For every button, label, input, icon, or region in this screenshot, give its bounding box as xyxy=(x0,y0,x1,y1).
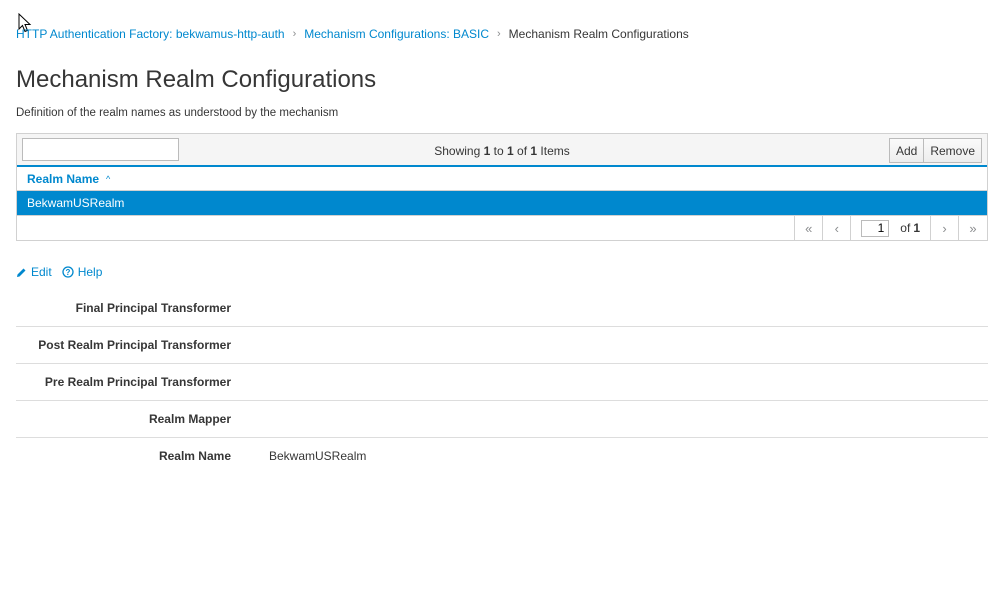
last-page-icon[interactable]: » xyxy=(959,215,987,241)
page-title: Mechanism Realm Configurations xyxy=(16,66,377,93)
detail-row-realm-name: Realm Name BekwamUSRealm xyxy=(16,438,988,474)
showing-to-word: to xyxy=(493,144,504,158)
column-header-realm-name[interactable]: Realm Name ^ xyxy=(17,167,987,191)
showing-suffix: Items xyxy=(540,144,570,158)
showing-from: 1 xyxy=(483,144,491,158)
previous-page-icon[interactable]: ‹ xyxy=(823,215,852,241)
chevron-right-icon: › xyxy=(292,28,297,40)
page-total: of 1 xyxy=(900,221,920,235)
page-number-input[interactable] xyxy=(861,219,890,237)
column-header-label: Realm Name xyxy=(27,171,100,186)
page-description: Definition of the realm names as underst… xyxy=(16,107,339,119)
page-of-word: of xyxy=(900,221,911,235)
detail-label: Realm Mapper xyxy=(148,412,231,426)
showing-total: 1 xyxy=(530,144,538,158)
detail-row-post-realm-principal-transformer: Post Realm Principal Transformer xyxy=(16,327,988,364)
items-count: Showing 1 to 1 of 1 Items xyxy=(17,144,987,158)
detail-label: Final Principal Transformer xyxy=(75,301,231,315)
add-button[interactable]: Add xyxy=(888,138,925,163)
svg-text:?: ? xyxy=(65,268,70,277)
remove-button[interactable]: Remove xyxy=(924,138,982,163)
next-page-icon[interactable]: › xyxy=(931,215,959,241)
sort-ascending-icon: ^ xyxy=(106,173,111,184)
table-toolbar: Showing 1 to 1 of 1 Items Add Remove xyxy=(17,134,987,167)
edit-label: Edit xyxy=(31,265,52,279)
attribute-details: Final Principal Transformer Post Realm P… xyxy=(16,290,988,474)
showing-of-word: of xyxy=(517,144,528,158)
detail-actions: Edit ? Help xyxy=(16,265,112,279)
help-link[interactable]: ? Help xyxy=(62,265,103,279)
table-row[interactable]: BekwamUSRealm xyxy=(17,191,987,215)
realm-table: Showing 1 to 1 of 1 Items Add Remove Rea… xyxy=(16,133,988,241)
detail-row-pre-realm-principal-transformer: Pre Realm Principal Transformer xyxy=(16,364,988,401)
pager: « ‹ of1 › » xyxy=(17,215,987,241)
breadcrumb: HTTP Authentication Factory: bekwamus-ht… xyxy=(16,27,689,41)
pencil-icon xyxy=(17,268,26,277)
showing-to: 1 xyxy=(507,144,514,158)
table-cell-realm-name: BekwamUSRealm xyxy=(27,196,125,210)
detail-value: BekwamUSRealm xyxy=(269,449,367,463)
detail-row-final-principal-transformer: Final Principal Transformer xyxy=(16,290,988,327)
page-total-number: 1 xyxy=(913,221,920,235)
edit-link[interactable]: Edit xyxy=(16,265,52,279)
detail-label: Post Realm Principal Transformer xyxy=(38,338,231,352)
detail-label: Pre Realm Principal Transformer xyxy=(44,375,231,389)
help-label: Help xyxy=(77,265,103,279)
breadcrumb-http-auth-factory[interactable]: HTTP Authentication Factory: bekwamus-ht… xyxy=(16,27,285,41)
breadcrumb-mechanism-configurations[interactable]: Mechanism Configurations: BASIC xyxy=(304,27,489,41)
chevron-right-icon: › xyxy=(497,28,501,40)
table-actions: Add Remove xyxy=(888,138,982,163)
page-number-group: of1 xyxy=(851,215,931,241)
detail-row-realm-mapper: Realm Mapper xyxy=(16,401,988,438)
help-icon: ? xyxy=(62,266,74,278)
detail-label: Realm Name xyxy=(158,449,231,463)
first-page-icon[interactable]: « xyxy=(795,215,824,241)
showing-prefix: Showing xyxy=(434,144,481,158)
breadcrumb-current: Mechanism Realm Configurations xyxy=(508,27,689,41)
